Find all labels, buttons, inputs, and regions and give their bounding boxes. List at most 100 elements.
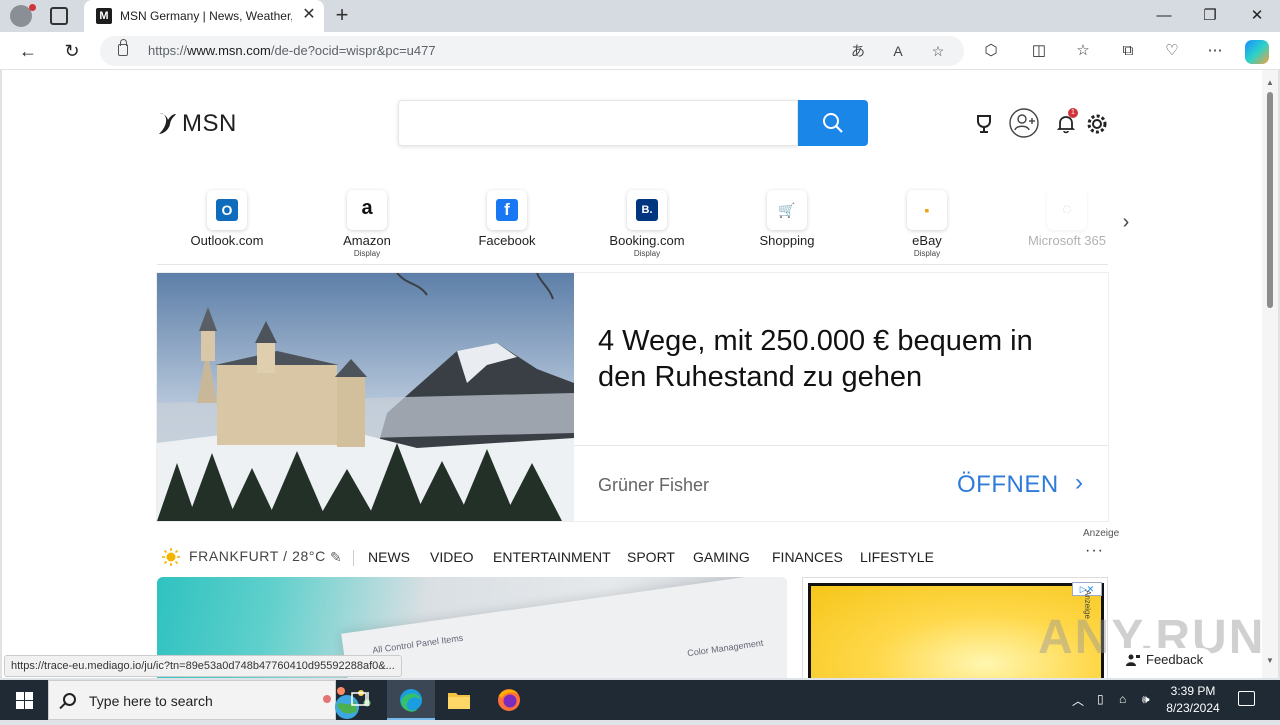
tab-close-icon[interactable]: ✕ xyxy=(300,6,318,24)
address-bar-row: ← ↻ https://www.msn.com/de-de?ocid=wispr… xyxy=(0,32,1280,70)
quick-link-label: Microsoft 365 xyxy=(1027,233,1107,248)
quick-link-label: Facebook xyxy=(478,233,536,248)
refresh-button[interactable]: ↻ xyxy=(60,39,84,63)
scroll-up-arrow-icon[interactable]: ▲ xyxy=(1266,78,1274,87)
restore-button[interactable]: ❐ xyxy=(1199,5,1221,27)
control-panel-image xyxy=(341,577,787,678)
ad-label: Anzeige xyxy=(1083,528,1120,539)
tab-bar: M MSN Germany | News, Weather, Traffic ✕… xyxy=(0,0,1280,32)
volume-icon[interactable]: 🕪 xyxy=(1142,692,1150,707)
hero-ad-card[interactable]: 4 Wege, mit 250.000 € bequem in den Ruhe… xyxy=(157,273,1108,521)
collections-icon[interactable]: ⧉ xyxy=(1117,40,1139,62)
category-nav: FRANKFURT / 28°C ✎ NEWS VIDEO ENTERTAINM… xyxy=(157,542,1108,574)
taskbar-search-input[interactable]: Type here to search xyxy=(48,680,371,720)
firefox-icon[interactable] xyxy=(485,680,533,720)
nav-lifestyle[interactable]: LIFESTYLE xyxy=(860,549,934,565)
minimize-button[interactable]: — xyxy=(1153,5,1175,27)
search-button[interactable] xyxy=(798,100,868,146)
amazon-icon: a xyxy=(347,190,387,230)
nav-sport[interactable]: SPORT xyxy=(627,549,675,565)
feedback-person-icon xyxy=(1126,654,1140,666)
file-explorer-icon[interactable] xyxy=(435,680,483,720)
hero-sponsor: Grüner Fisher xyxy=(598,475,710,495)
quick-link-facebook[interactable]: f Facebook xyxy=(437,190,577,262)
page-scrollbar[interactable]: ▲ ▼ xyxy=(1262,70,1278,678)
nav-news[interactable]: NEWS xyxy=(368,549,410,565)
tray-device-icon[interactable]: ▯ xyxy=(1097,692,1104,706)
divider xyxy=(574,445,1108,446)
facebook-icon: f xyxy=(487,190,527,230)
outlook-icon: O xyxy=(207,190,247,230)
favorite-star-icon[interactable]: ☆ xyxy=(928,41,948,61)
feedback-button[interactable]: Feedback xyxy=(1114,648,1214,672)
quick-link-ebay[interactable]: ▪ eBay Display xyxy=(857,190,997,262)
feedback-label: Feedback xyxy=(1146,652,1204,667)
quick-link-microsoft-365[interactable]: ◌ Microsoft 365 xyxy=(997,190,1107,262)
tab-title: MSN Germany | News, Weather, Traffic xyxy=(120,9,292,23)
nav-finances[interactable]: FINANCES xyxy=(772,549,843,565)
browser-essentials-icon[interactable]: ♡ xyxy=(1161,40,1183,62)
quick-link-booking[interactable]: B. Booking.com Display xyxy=(577,190,717,262)
extensions-icon[interactable]: ⬡ xyxy=(980,40,1002,62)
nav-entertainment[interactable]: ENTERTAINMENT xyxy=(493,549,611,565)
close-window-button[interactable]: ✕ xyxy=(1246,5,1268,27)
settings-gear-icon[interactable] xyxy=(1085,112,1109,136)
nav-video[interactable]: VIDEO xyxy=(430,549,474,565)
quick-link-outlook[interactable]: O Outlook.com xyxy=(157,190,297,262)
status-bar-url: https://trace-eu.mediago.io/ju/ic?tn=89e… xyxy=(4,655,402,677)
sun-weather-icon xyxy=(162,548,180,566)
shopping-cart-icon: 🛒 xyxy=(767,190,807,230)
quick-link-shopping[interactable]: 🛒 Shopping xyxy=(717,190,857,262)
url-field[interactable]: https://www.msn.com/de-de?ocid=wispr&pc=… xyxy=(100,36,964,66)
new-tab-button[interactable]: + xyxy=(330,4,354,28)
lock-icon[interactable] xyxy=(118,39,128,56)
split-screen-icon[interactable]: ◫ xyxy=(1028,40,1050,62)
msn-favicon-icon: M xyxy=(96,8,112,24)
weather-location[interactable]: FRANKFURT / 28°C xyxy=(189,548,326,564)
quick-links-next-chevron-icon[interactable]: › xyxy=(1116,210,1136,234)
tab-actions-icon[interactable] xyxy=(50,7,68,25)
edge-taskbar-icon[interactable] xyxy=(387,680,435,720)
msn-butterfly-icon xyxy=(159,113,176,134)
rewards-trophy-icon[interactable] xyxy=(972,112,996,136)
network-icon[interactable]: ⌂ xyxy=(1119,692,1126,706)
scroll-down-arrow-icon[interactable]: ▼ xyxy=(1266,656,1274,665)
quick-link-amazon[interactable]: a Amazon Display xyxy=(297,190,437,262)
divider xyxy=(353,550,354,566)
hero-headline[interactable]: 4 Wege, mit 250.000 € bequem in den Ruhe… xyxy=(598,323,1078,395)
action-center-icon[interactable] xyxy=(1238,691,1255,706)
more-options-icon[interactable]: ··· xyxy=(1085,542,1104,560)
search-icon xyxy=(823,113,843,133)
task-view-icon[interactable] xyxy=(336,680,384,720)
more-menu-icon[interactable]: ⋯ xyxy=(1204,40,1226,62)
edit-pencil-icon[interactable]: ✎ xyxy=(330,549,342,566)
quick-link-label: Shopping xyxy=(759,233,815,248)
favorites-icon[interactable]: ☆ xyxy=(1072,40,1094,62)
taskbar-clock[interactable]: 3:39 PM 8/23/2024 xyxy=(1158,683,1228,717)
nav-gaming[interactable]: GAMING xyxy=(693,549,750,565)
copilot-icon[interactable] xyxy=(1245,40,1269,64)
notification-badge: 1 xyxy=(1068,108,1078,118)
web-search-input[interactable] xyxy=(398,100,798,146)
quick-link-label: Booking.com xyxy=(609,233,685,248)
back-button[interactable]: ← xyxy=(16,39,40,63)
sign-in-avatar-icon[interactable] xyxy=(1008,107,1040,139)
translate-icon[interactable]: あ xyxy=(848,41,868,61)
quick-link-sub: Display xyxy=(913,249,941,258)
tray-overflow-chevron-icon[interactable]: ︿ xyxy=(1072,692,1084,709)
read-aloud-icon[interactable]: A xyxy=(888,41,908,61)
quick-link-label: Outlook.com xyxy=(190,233,264,248)
profile-avatar-icon[interactable] xyxy=(10,4,36,27)
clock-date: 8/23/2024 xyxy=(1166,701,1220,715)
quick-link-sub: Display xyxy=(633,249,661,258)
ebay-icon: ▪ xyxy=(907,190,947,230)
divider xyxy=(157,264,1108,265)
search-icon xyxy=(63,693,76,706)
taskbar-search-placeholder: Type here to search xyxy=(89,693,213,709)
browser-tab-msn[interactable]: M MSN Germany | News, Weather, Traffic ✕ xyxy=(84,0,324,32)
chevron-right-icon[interactable]: › xyxy=(1075,469,1083,497)
msn-page: MSN 1 O Outlook.com a Amazon Display f F… xyxy=(2,70,1262,678)
scroll-thumb[interactable] xyxy=(1267,92,1273,308)
open-button[interactable]: ÖFFNEN xyxy=(957,471,1059,499)
start-windows-icon[interactable] xyxy=(0,680,48,720)
